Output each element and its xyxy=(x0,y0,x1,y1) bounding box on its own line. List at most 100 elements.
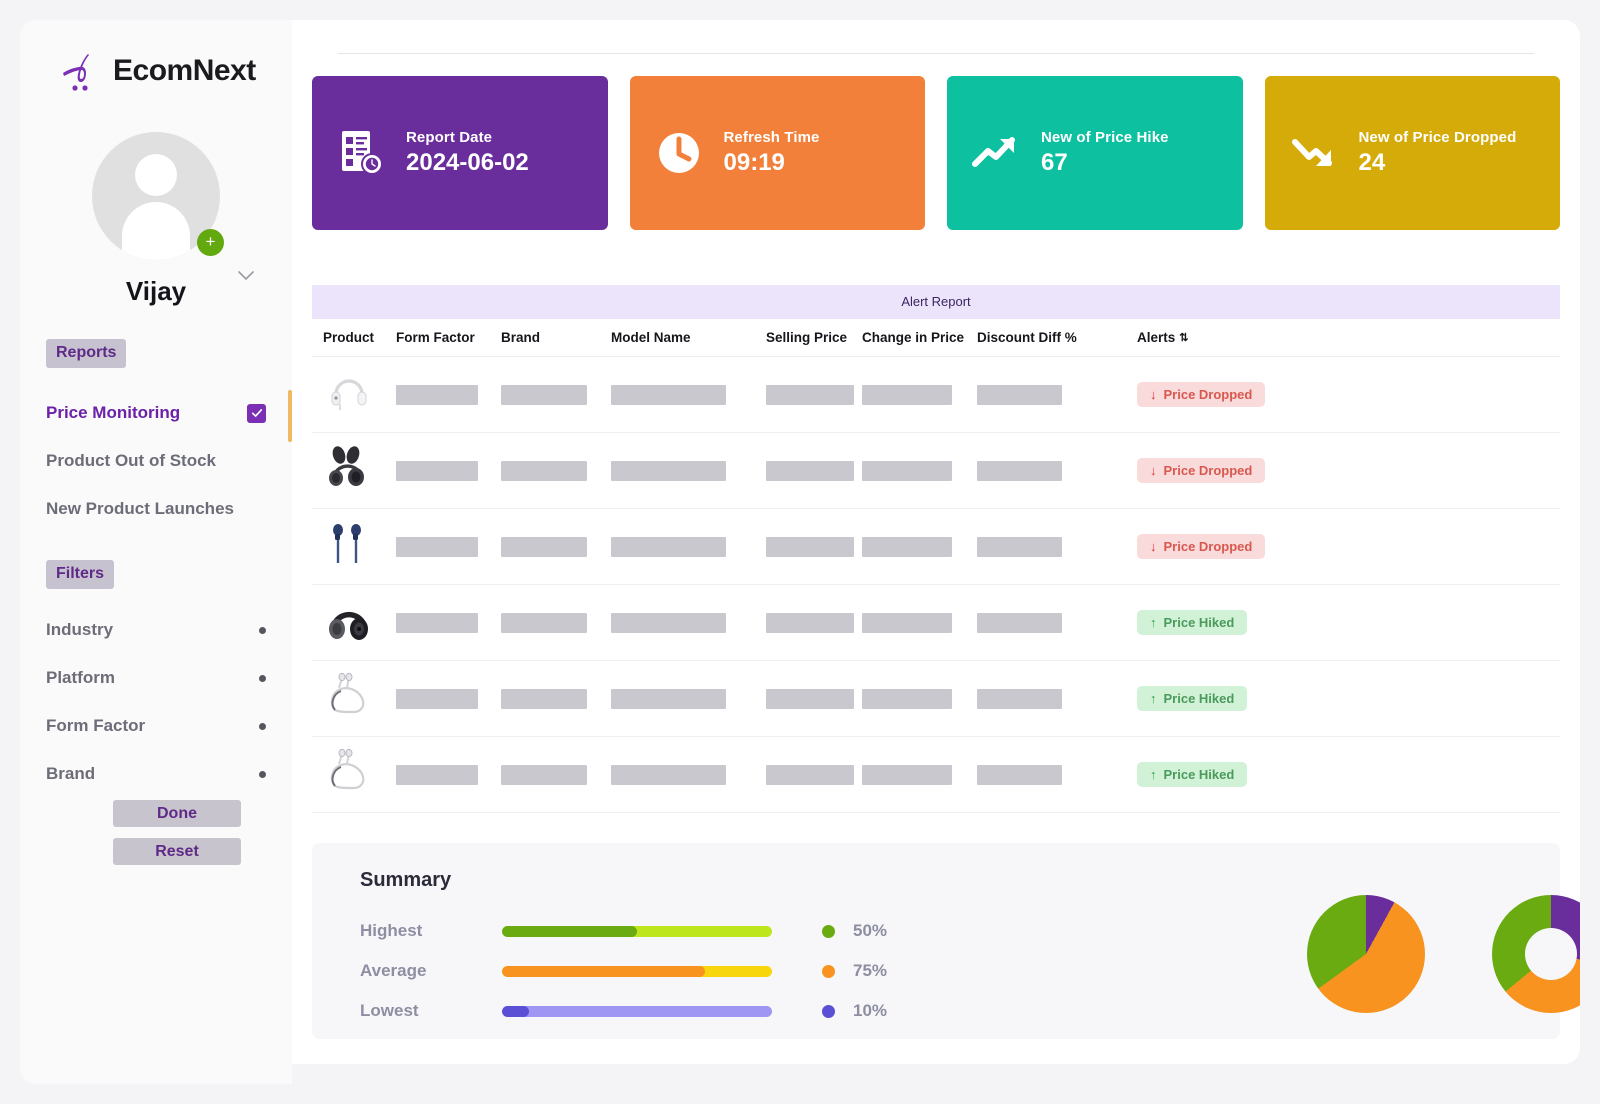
summary-bar-row-average: Average 75% xyxy=(360,951,920,991)
cell-alerts: ↓ Price Dropped xyxy=(1137,458,1337,483)
placeholder-bar xyxy=(766,384,854,405)
column-header-alerts-label: Alerts xyxy=(1137,330,1176,345)
table-row[interactable]: ↓ Price Dropped xyxy=(312,357,1560,433)
cell-brand xyxy=(501,384,611,405)
kpi-label: Refresh Time xyxy=(723,129,820,146)
filter-item-platform[interactable]: Platform xyxy=(20,659,292,697)
cell-product xyxy=(312,746,396,803)
summary-bar-row-lowest: Lowest 10% xyxy=(360,991,920,1031)
cell-form-factor xyxy=(396,460,501,481)
cell-model-name xyxy=(611,536,766,557)
table-row[interactable]: ↓ Price Dropped xyxy=(312,509,1560,585)
filter-list: Industry Platform Form Factor Brand xyxy=(20,611,292,793)
placeholder-bar xyxy=(501,384,587,405)
sidebar-item-label: New Product Launches xyxy=(46,499,234,518)
avatar[interactable]: + xyxy=(92,132,224,260)
table-title: Alert Report xyxy=(312,285,1560,319)
kpi-card-price-hike: New of Price Hike 67 xyxy=(947,76,1243,230)
filter-item-label: Brand xyxy=(46,764,96,783)
reports-chip[interactable]: Reports xyxy=(46,339,127,368)
cell-discount-diff xyxy=(977,536,1137,557)
cell-form-factor xyxy=(396,536,501,557)
placeholder-bar xyxy=(862,384,952,405)
placeholder-bar xyxy=(862,688,952,709)
donut-hole xyxy=(1525,928,1577,980)
column-header-product: Product xyxy=(323,330,375,345)
cell-change-in-price xyxy=(862,688,977,709)
bar-label: Highest xyxy=(360,921,423,940)
plus-icon[interactable]: + xyxy=(197,229,224,256)
checkbox-checked-icon[interactable] xyxy=(247,403,266,423)
sort-updown-icon[interactable]: ⇅ xyxy=(1179,331,1188,344)
chevron-down-icon[interactable] xyxy=(238,268,254,281)
table-row[interactable]: ↑ Price Hiked xyxy=(312,585,1560,661)
cell-discount-diff xyxy=(977,612,1137,633)
bar-fill xyxy=(502,1005,529,1017)
cell-discount-diff xyxy=(977,764,1137,785)
filter-item-label: Form Factor xyxy=(46,716,146,735)
done-button[interactable]: Done xyxy=(113,800,241,827)
donut-chart xyxy=(1492,895,1580,1013)
placeholder-bar xyxy=(501,764,587,785)
trend-up-icon xyxy=(969,126,1023,180)
status-badge-label: Price Dropped xyxy=(1163,539,1253,554)
cell-selling-price xyxy=(766,688,862,709)
cell-model-name xyxy=(611,612,766,633)
summary-bars: Highest 50% Average 75% Lowest 10% xyxy=(360,911,920,1031)
reset-button[interactable]: Reset xyxy=(113,838,241,865)
placeholder-bar xyxy=(977,460,1062,481)
cell-product xyxy=(312,518,396,575)
avatar-body xyxy=(122,202,190,260)
cell-product xyxy=(312,594,396,651)
alert-report-table: Alert Report Product Form Factor Brand M… xyxy=(312,285,1560,813)
sidebar-item-price-monitoring[interactable]: Price Monitoring xyxy=(20,394,292,432)
kpi-value: 09:19 xyxy=(723,149,785,176)
placeholder-bar xyxy=(977,536,1062,557)
arrow-up-icon: ↑ xyxy=(1150,615,1157,630)
column-header-discount-diff: Discount Diff % xyxy=(977,330,1077,345)
cell-model-name xyxy=(611,460,766,481)
status-badge-label: Price Hiked xyxy=(1163,615,1235,630)
arrow-down-icon: ↓ xyxy=(1150,539,1157,554)
status-badge: ↓ Price Dropped xyxy=(1137,458,1266,483)
cell-alerts: ↑ Price Hiked xyxy=(1137,686,1337,711)
cell-brand xyxy=(501,536,611,557)
status-badge: ↓ Price Dropped xyxy=(1137,382,1266,407)
placeholder-bar xyxy=(766,460,854,481)
bar-percent: 75% xyxy=(853,961,888,980)
filters-chip[interactable]: Filters xyxy=(46,560,115,589)
filter-item-industry[interactable]: Industry xyxy=(20,611,292,649)
cell-brand xyxy=(501,764,611,785)
column-header-alerts[interactable]: Alerts ⇅ xyxy=(1137,330,1337,345)
cell-alerts: ↓ Price Dropped xyxy=(1137,382,1337,407)
sidebar-item-new-product-launches[interactable]: New Product Launches xyxy=(20,490,292,528)
placeholder-bar xyxy=(862,764,952,785)
main-panel: Report Date 2024-06-02 Refresh Time 09:1… xyxy=(292,20,1580,1064)
placeholder-bar xyxy=(766,612,854,633)
filter-item-form-factor[interactable]: Form Factor xyxy=(20,707,292,745)
sidebar: EcomNext + Vijay Reports Price Monitorin… xyxy=(20,20,292,1084)
placeholder-bar xyxy=(501,536,587,557)
placeholder-bar xyxy=(766,764,854,785)
cell-change-in-price xyxy=(862,612,977,633)
placeholder-bar xyxy=(396,384,478,405)
table-body: ↓ Price Dropped ↓ Price Dropped ↓ Price Dropp… xyxy=(312,357,1560,813)
kpi-label: Report Date xyxy=(406,129,493,146)
black-over-ear-headphone-icon xyxy=(323,611,375,650)
table-header-row: Product Form Factor Brand Model Name Sel… xyxy=(312,319,1560,357)
status-badge-label: Price Dropped xyxy=(1163,387,1253,402)
table-row[interactable]: ↑ Price Hiked xyxy=(312,737,1560,813)
table-row[interactable]: ↑ Price Hiked xyxy=(312,661,1560,737)
dot-icon xyxy=(259,722,266,730)
cell-product xyxy=(312,366,396,423)
table-row[interactable]: ↓ Price Dropped xyxy=(312,433,1560,509)
cell-brand xyxy=(501,688,611,709)
dot-icon xyxy=(259,770,266,778)
kpi-label: New of Price Hike xyxy=(1041,129,1169,146)
filter-item-brand[interactable]: Brand xyxy=(20,755,292,793)
cell-form-factor xyxy=(396,384,501,405)
placeholder-bar xyxy=(396,612,478,633)
column-header-selling-price: Selling Price xyxy=(766,330,848,345)
sidebar-item-product-out-of-stock[interactable]: Product Out of Stock xyxy=(20,442,292,480)
kpi-card-report-date: Report Date 2024-06-02 xyxy=(312,76,608,230)
